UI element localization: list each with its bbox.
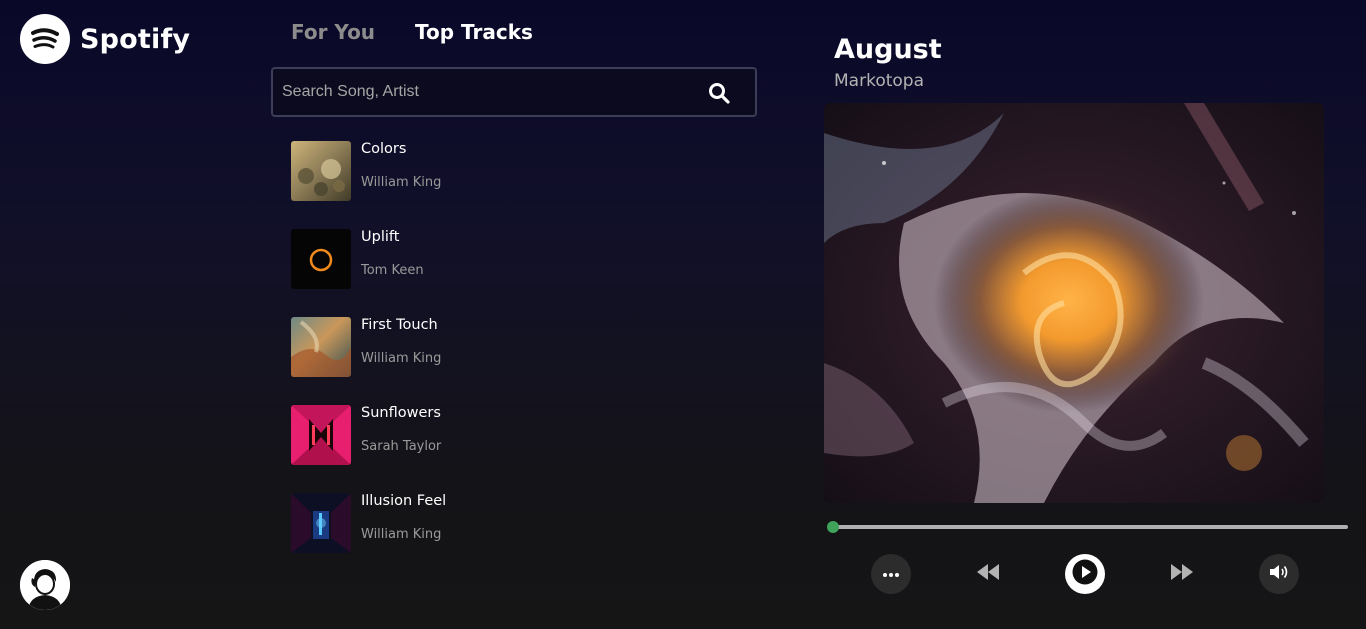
track-cover-sunflowers (291, 405, 351, 465)
track-item-colors[interactable]: Colors William King (291, 141, 446, 201)
track-artist: Tom Keen (361, 263, 424, 278)
search-icon[interactable] (707, 81, 731, 105)
track-artist: William King (361, 175, 442, 190)
track-title: Uplift (361, 229, 400, 245)
brand-name: Spotify (80, 23, 191, 55)
track-list: Colors William King Uplift Tom Keen Firs (291, 141, 446, 581)
track-title: Illusion Feel (361, 493, 447, 509)
tab-for-you[interactable]: For You (291, 20, 375, 44)
more-icon (881, 565, 901, 583)
track-title: Colors (361, 141, 407, 157)
track-cover-colors (291, 141, 351, 201)
spotify-icon (20, 14, 70, 64)
volume-icon (1269, 564, 1289, 585)
next-button[interactable] (1162, 554, 1202, 594)
now-playing-artist: Markotopa (834, 71, 924, 91)
volume-button[interactable] (1259, 554, 1299, 594)
search-input[interactable] (273, 69, 693, 115)
track-item-sunflowers[interactable]: Sunflowers Sarah Taylor (291, 405, 446, 465)
track-item-illusion-feel[interactable]: Illusion Feel William King (291, 493, 446, 553)
track-artist: Sarah Taylor (361, 439, 442, 454)
progress-handle[interactable] (827, 521, 840, 533)
track-artist: William King (361, 351, 442, 366)
track-cover-uplift (291, 229, 351, 289)
progress-bar[interactable] (827, 521, 1348, 533)
album-cover (824, 103, 1324, 503)
play-button[interactable] (1065, 554, 1105, 594)
now-playing-title: August (834, 34, 942, 65)
next-icon (1171, 563, 1193, 585)
user-avatar[interactable] (20, 560, 70, 610)
tab-bar: For You Top Tracks (291, 20, 573, 44)
tab-top-tracks[interactable]: Top Tracks (415, 20, 533, 44)
previous-button[interactable] (968, 554, 1008, 594)
track-title: Sunflowers (361, 405, 441, 421)
previous-icon (977, 563, 999, 585)
track-cover-first-touch (291, 317, 351, 377)
track-artist: William King (361, 527, 442, 542)
spotify-logo[interactable]: Spotify (20, 14, 190, 64)
more-button[interactable] (871, 554, 911, 594)
track-title: First Touch (361, 317, 438, 333)
track-item-first-touch[interactable]: First Touch William King (291, 317, 446, 377)
search-bar (271, 67, 757, 117)
track-cover-illusion-feel (291, 493, 351, 553)
play-icon (1071, 558, 1099, 591)
track-item-uplift[interactable]: Uplift Tom Keen (291, 229, 446, 289)
